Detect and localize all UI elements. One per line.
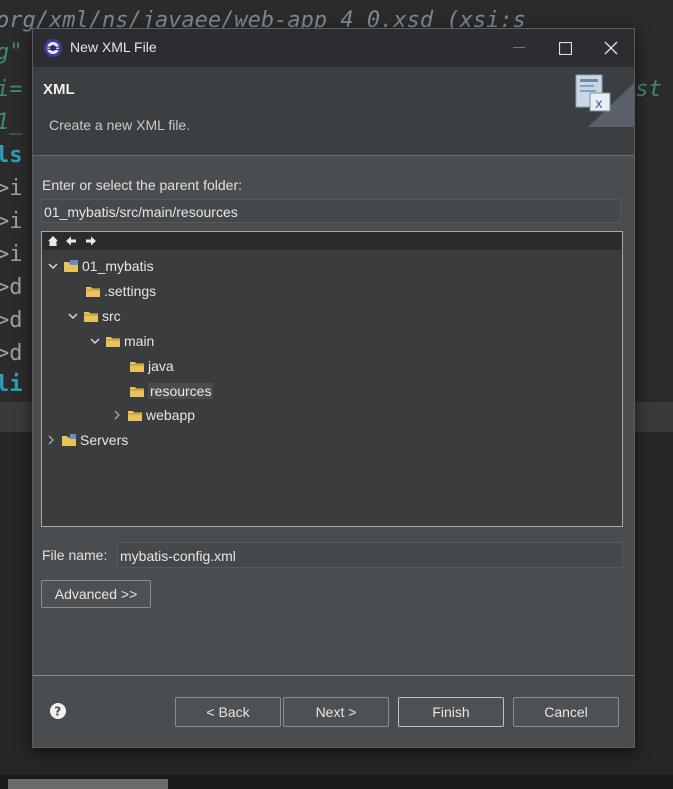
folder-tree[interactable]: 01_mybatis .settings src main java resou… [41,231,623,527]
project-icon [64,260,78,272]
tree-item-label: main [124,333,155,349]
taskbar [0,775,673,789]
folder-icon [106,337,120,347]
code-line: li [0,372,23,397]
file-name-label: File name: [42,547,108,563]
close-icon [604,41,618,55]
file-name-input[interactable]: mybatis-config.xml [117,542,623,568]
cancel-button[interactable]: Cancel [513,697,619,727]
tree-item-label: .settings [104,283,157,299]
back-arrow-icon[interactable] [64,234,78,248]
dialog-title: New XML File [70,39,157,55]
folder-icon [130,387,144,397]
chevron-right-icon[interactable] [110,408,124,422]
tree-item-webapp[interactable]: webapp [110,405,195,425]
code-line: >i [0,242,23,267]
minimize-icon [513,47,525,48]
chevron-right-icon[interactable] [44,433,58,447]
project-folder-icon [62,434,76,446]
svg-text:x: x [595,97,603,112]
dialog-header: XML Create a new XML file. x [33,67,634,156]
folder-icon [86,287,100,297]
eclipse-app-icon [44,39,62,57]
code-line: 1_ [0,110,23,135]
new-xml-file-dialog: New XML File XML Create a new XML file. … [32,28,635,748]
tree-item-label: 01_mybatis [82,258,154,274]
forward-arrow-icon[interactable] [84,234,98,248]
tree-toolbar [42,232,622,250]
code-line: >i [0,176,23,201]
folder-icon [84,312,98,322]
next-button[interactable]: Next > [283,697,389,727]
tree-item-label: java [148,358,174,374]
code-line: g" [0,40,23,65]
tree-item-label: webapp [146,407,196,423]
home-icon[interactable] [46,234,60,248]
tree-item-01-mybatis[interactable]: 01_mybatis [46,256,154,276]
code-line: i= [0,77,23,102]
parent-folder-label: Enter or select the parent folder: [42,177,242,193]
tree-item-settings[interactable]: .settings [68,281,156,301]
footer-separator [33,675,634,676]
xml-wizard-banner-icon: x [575,74,634,127]
code-line: ls [0,143,23,168]
chevron-down-icon[interactable] [66,309,80,323]
parent-folder-input[interactable]: 01_mybatis/src/main/resources [41,199,621,223]
code-line: >d [0,308,23,333]
tree-item-resources[interactable]: resources [112,381,214,401]
tree-item-label: Servers [80,432,129,448]
tree-item-main[interactable]: main [88,331,154,351]
maximize-icon [558,41,572,55]
code-line: >d [0,341,23,366]
taskbar-item[interactable] [8,779,168,789]
tree-item-label: src [102,308,121,324]
header-title: XML [43,81,75,98]
code-line: >i [0,209,23,234]
maximize-button[interactable] [542,29,588,67]
folder-icon [128,411,142,421]
folder-icon [130,362,144,372]
back-button[interactable]: < Back [175,697,281,727]
code-line: >d [0,275,23,300]
minimize-button[interactable] [496,29,542,67]
header-description: Create a new XML file. [49,117,191,133]
chevron-down-icon[interactable] [46,259,60,273]
dialog-titlebar[interactable]: New XML File [33,29,634,67]
tree-item-src[interactable]: src [66,306,121,326]
close-button[interactable] [588,29,634,67]
chevron-down-icon[interactable] [88,334,102,348]
tree-item-java[interactable]: java [112,356,174,376]
tree-item-servers[interactable]: Servers [44,430,128,450]
svg-text:?: ? [54,705,61,719]
tree-item-label: resources [148,383,214,399]
advanced-button[interactable]: Advanced >> [41,580,151,608]
finish-button[interactable]: Finish [398,697,504,727]
help-icon[interactable]: ? [49,702,67,720]
